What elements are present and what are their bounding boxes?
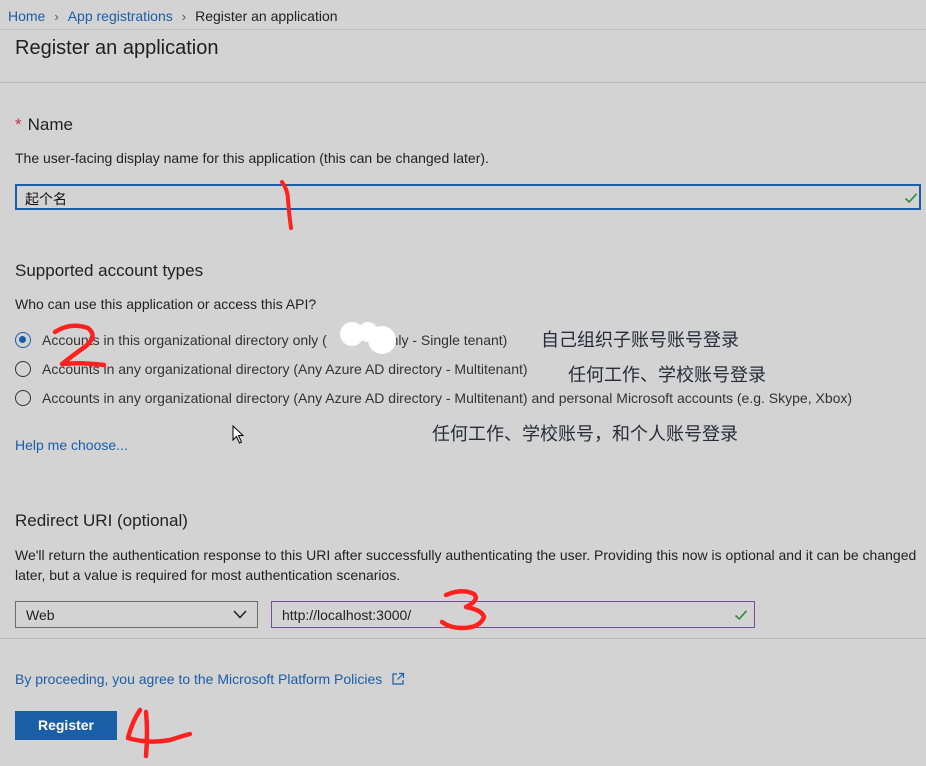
- account-types-question: Who can use this application or access t…: [15, 296, 317, 312]
- register-button[interactable]: Register: [15, 711, 117, 740]
- redirect-uri-heading: Redirect URI (optional): [15, 511, 188, 530]
- account-type-option-single-tenant[interactable]: Accounts in this organizational director…: [15, 332, 507, 348]
- platform-select-value: Web: [26, 607, 55, 623]
- option-label-tail: only - Single tenant): [382, 332, 508, 348]
- option-label: Accounts in this organizational director…: [42, 332, 327, 348]
- redirect-uri-value: http://localhost:3000/: [282, 607, 412, 623]
- account-type-option-multitenant-personal[interactable]: Accounts in any organizational directory…: [15, 390, 852, 406]
- platform-select[interactable]: Web: [15, 601, 258, 628]
- name-heading-label: Name: [27, 115, 73, 134]
- radio-button-selected[interactable]: [15, 332, 31, 348]
- option-label: Accounts in any organizational directory…: [42, 361, 528, 377]
- name-description: The user-facing display name for this ap…: [15, 150, 489, 166]
- breadcrumb-home-link[interactable]: Home: [8, 8, 45, 24]
- radio-button[interactable]: [15, 390, 31, 406]
- account-type-option-multitenant[interactable]: Accounts in any organizational directory…: [15, 361, 528, 377]
- required-marker: *: [15, 115, 22, 134]
- annotation-mark-4: [125, 707, 193, 759]
- breadcrumb-current: Register an application: [195, 8, 338, 24]
- redirect-uri-input[interactable]: http://localhost:3000/: [271, 601, 755, 628]
- breadcrumb: Home › App registrations › Register an a…: [8, 6, 338, 26]
- platform-policies-link-text: By proceeding, you agree to the Microsof…: [15, 671, 383, 687]
- annotation-option-2: 任何工作、学校账号登录: [568, 365, 766, 385]
- radio-button[interactable]: [15, 361, 31, 377]
- handwritten-annotations: [52, 180, 487, 759]
- name-heading: * Name: [15, 115, 73, 135]
- checkmark-icon: [734, 610, 748, 621]
- redirect-uri-description: We'll return the authentication response…: [15, 547, 917, 583]
- account-types-heading: Supported account types: [15, 261, 204, 280]
- checkmark-icon: [904, 193, 918, 204]
- platform-policies-link[interactable]: By proceeding, you agree to the Microsof…: [15, 671, 405, 687]
- option-label: Accounts in any organizational directory…: [42, 390, 853, 406]
- name-input-value: 起个名: [25, 191, 67, 207]
- header-divider: [0, 29, 926, 30]
- chevron-down-icon: [233, 610, 247, 619]
- page-title: Register an application: [15, 37, 219, 59]
- breadcrumb-app-registrations-link[interactable]: App registrations: [68, 8, 173, 24]
- annotation-option-3: 任何工作、学校账号，和个人账号登录: [432, 424, 738, 444]
- mouse-cursor-icon: [232, 425, 245, 444]
- title-divider: [0, 82, 926, 83]
- name-input[interactable]: 起个名: [15, 184, 921, 210]
- breadcrumb-separator: ›: [181, 8, 187, 24]
- annotation-option-1: 自己组织子账号账号登录: [541, 330, 739, 350]
- footer-divider: [0, 638, 926, 639]
- breadcrumb-separator: ›: [54, 8, 59, 24]
- help-me-choose-link[interactable]: Help me choose...: [15, 437, 128, 453]
- external-link-icon: [392, 672, 405, 685]
